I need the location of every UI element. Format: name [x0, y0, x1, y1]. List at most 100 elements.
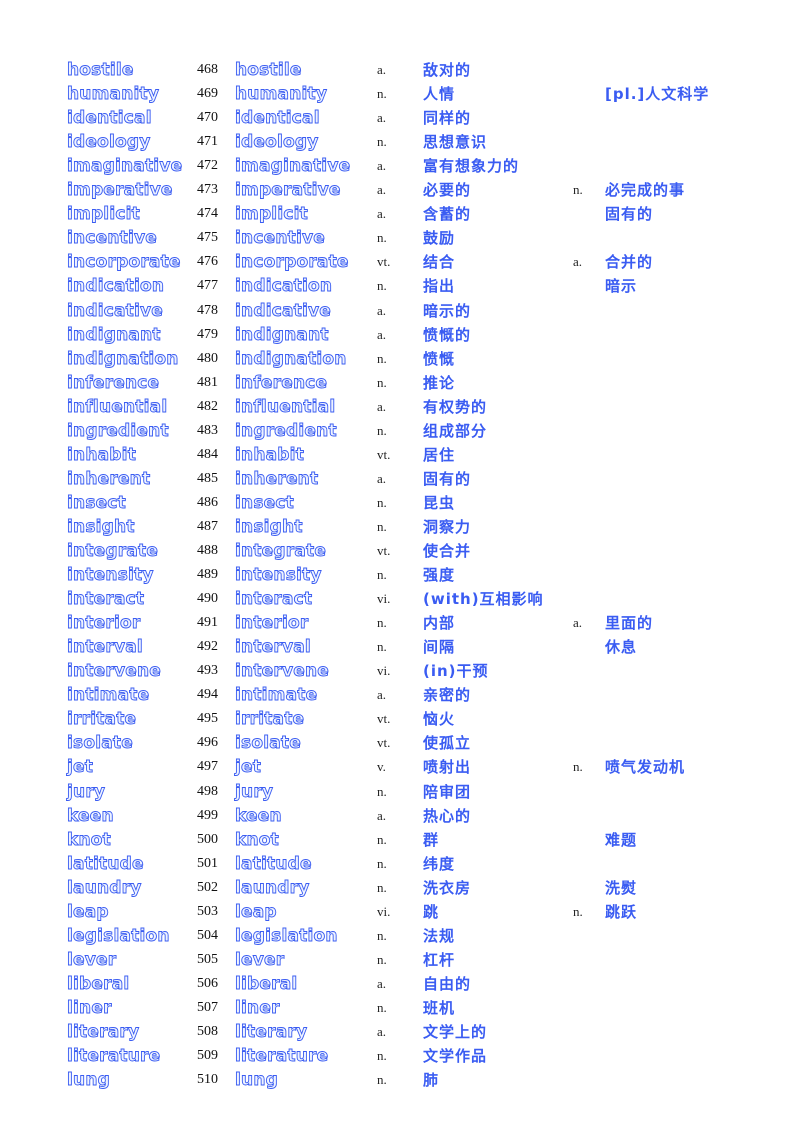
part-of-speech-2: n.: [573, 903, 583, 919]
definition-2: 跳跃: [605, 902, 638, 921]
vocab-entry-row: interior 491 interior n. 内部 a. 里面的: [0, 611, 794, 635]
part-of-speech-1: vi.: [377, 663, 391, 679]
entry-number: 485: [197, 470, 218, 486]
headword: ingredient: [67, 420, 169, 441]
headword: lever: [67, 949, 117, 970]
definition-1: 陪审团: [423, 782, 472, 801]
headword: legislation: [67, 925, 170, 946]
headword: lung: [67, 1070, 111, 1091]
part-of-speech-1: vt.: [377, 254, 391, 270]
part-of-speech-1: a.: [377, 326, 387, 342]
vocab-entry-row: indignant 479 indignant a. 愤慨的: [0, 323, 794, 347]
definition-1: 杠杆: [423, 950, 456, 969]
part-of-speech-1: a.: [377, 302, 387, 318]
vocab-entry-row: latitude 501 latitude n. 纬度: [0, 852, 794, 876]
definition-1: 必要的: [423, 181, 472, 200]
definition-1: 自由的: [423, 974, 472, 993]
part-of-speech-1: n.: [377, 1072, 387, 1088]
headword-repeat: jury: [235, 781, 274, 802]
definition-1: 使合并: [423, 542, 472, 560]
vocab-entry-row: identical 470 identical a. 同样的: [0, 106, 794, 130]
definition-1: 恼火: [423, 710, 456, 729]
part-of-speech-2: a.: [573, 254, 583, 270]
headword-repeat: laundry: [235, 877, 310, 898]
headword-repeat: interior: [235, 613, 309, 634]
definition-1: 指出: [423, 277, 456, 296]
entry-number: 473: [197, 182, 218, 198]
vocab-entry-row: interact 490 interact vi. (with)互相影响: [0, 587, 794, 611]
headword: liner: [67, 997, 112, 1018]
vocab-entry-row: leap 503 leap vi. 跳 n. 跳跃: [0, 900, 794, 924]
headword: implicit: [67, 204, 141, 225]
vocab-entry-row: incorporate 476 incorporate vt. 结合 a. 合并…: [0, 250, 794, 274]
definition-1: 推论: [423, 373, 456, 392]
vocabulary-page: hostile 468 hostile a. 敌对的 humanity 469 …: [0, 0, 794, 1123]
headword: intensity: [67, 565, 154, 586]
headword: isolate: [67, 733, 134, 754]
part-of-speech-1: n.: [377, 350, 387, 366]
entry-number: 487: [197, 518, 218, 534]
vocab-entry-row: imperative 473 imperative a. 必要的 n. 必完成的…: [0, 178, 794, 202]
entry-number: 490: [197, 591, 218, 607]
definition-1: 含蓄的: [423, 205, 472, 224]
entry-number: 494: [197, 687, 218, 703]
entry-number: 477: [197, 278, 218, 294]
part-of-speech-1: n.: [377, 567, 387, 583]
entry-number: 505: [197, 951, 218, 967]
vocab-entry-row: indication 477 indication n. 指出 暗示: [0, 274, 794, 298]
definition-1: 纬度: [423, 854, 456, 873]
definition-1: 班机: [423, 998, 456, 1017]
definition-2: 喷气发动机: [605, 758, 686, 777]
definition-1: 使孤立: [423, 734, 472, 753]
headword-repeat: interval: [235, 637, 312, 658]
vocab-entry-row: lung 510 lung n. 肺: [0, 1068, 794, 1092]
part-of-speech-1: n.: [377, 230, 387, 246]
headword-repeat: intervene: [235, 661, 330, 682]
definition-1: 内部: [423, 614, 456, 633]
entry-number: 469: [197, 86, 218, 102]
headword: indicative: [67, 300, 164, 321]
entry-number: 503: [197, 903, 218, 919]
entry-number: 495: [197, 711, 218, 727]
vocab-entry-row: ideology 471 ideology n. 思想意识: [0, 130, 794, 154]
definition-1: 法规: [423, 926, 456, 945]
headword-repeat: isolate: [235, 733, 302, 754]
entry-number: 507: [197, 999, 218, 1015]
vocab-entry-row: intervene 493 intervene vi. (in)干预: [0, 659, 794, 683]
headword: incorporate: [67, 252, 181, 273]
vocab-entry-row: indignation 480 indignation n. 愤慨: [0, 347, 794, 371]
entry-number: 489: [197, 567, 218, 583]
vocab-entry-row: liberal 506 liberal a. 自由的: [0, 972, 794, 996]
entry-number: 472: [197, 158, 218, 174]
headword-repeat: insight: [235, 516, 303, 537]
headword-repeat: literature: [235, 1046, 329, 1067]
part-of-speech-1: n.: [377, 783, 387, 799]
definition-1: 间隔: [423, 638, 456, 657]
definition-1: 热心的: [423, 806, 472, 825]
definition-1: 人情: [423, 85, 456, 104]
definition-2: 必完成的事: [605, 181, 686, 200]
part-of-speech-1: n.: [377, 494, 387, 510]
definition-2: 暗示: [605, 277, 638, 296]
headword: keen: [67, 805, 115, 826]
entry-number: 481: [197, 374, 218, 390]
part-of-speech-1: n.: [377, 927, 387, 943]
part-of-speech-1: vt.: [377, 711, 391, 727]
headword: inference: [67, 372, 160, 393]
headword: leap: [67, 901, 110, 922]
headword: interior: [67, 613, 141, 634]
entry-number: 479: [197, 326, 218, 342]
part-of-speech-1: n.: [377, 879, 387, 895]
headword: knot: [67, 829, 112, 850]
part-of-speech-1: n.: [377, 999, 387, 1015]
definition-1: 亲密的: [423, 686, 472, 705]
definition-1: 愤慨: [423, 349, 456, 368]
headword-repeat: interact: [235, 589, 313, 610]
definition-1: (in)干预: [423, 662, 489, 681]
definition-1: 强度: [423, 566, 456, 585]
part-of-speech-1: a.: [377, 807, 387, 823]
vocab-entry-row: integrate 488 integrate vt. 使合并: [0, 539, 794, 563]
entry-number: 474: [197, 206, 218, 222]
part-of-speech-1: a.: [377, 1024, 387, 1039]
headword: intervene: [67, 661, 162, 682]
